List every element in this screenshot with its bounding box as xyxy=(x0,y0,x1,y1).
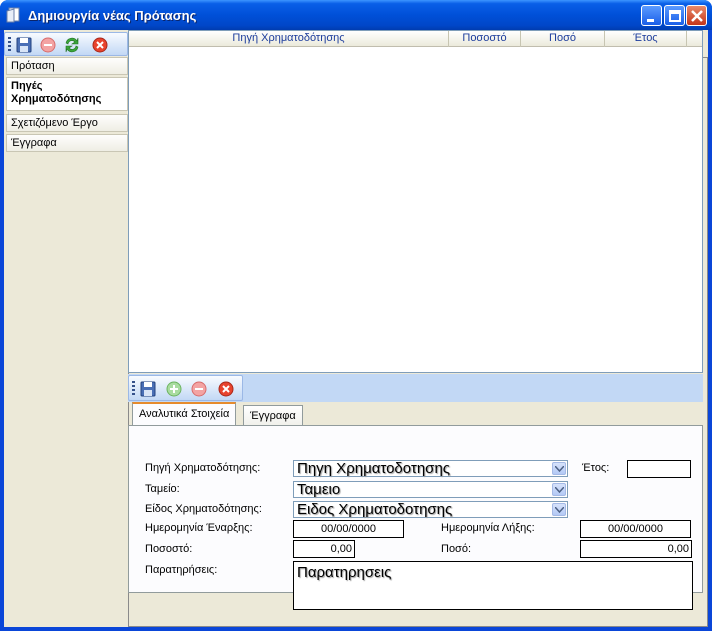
tab-label: Αναλυτικά Στοιχεία xyxy=(139,408,230,420)
document-icon xyxy=(6,7,20,23)
delete-icon[interactable] xyxy=(91,36,109,54)
start-date-field[interactable]: 00/00/0000 xyxy=(293,520,404,538)
add-icon[interactable] xyxy=(165,380,183,398)
tab-label: Έγγραφα xyxy=(250,410,296,422)
funding-type-value: Ειδος Χρηματοδοτησης xyxy=(297,501,453,518)
nav-item-label: Πηγές Χρηματοδότησης xyxy=(11,80,102,105)
start-date-label: Ημερομηνία Έναρξης: xyxy=(145,522,253,534)
end-date-field[interactable]: 00/00/0000 xyxy=(580,520,691,538)
chevron-down-icon[interactable] xyxy=(552,483,566,496)
minimize-button[interactable] xyxy=(641,5,662,26)
year-label: Έτος: xyxy=(582,462,610,474)
column-header-year[interactable]: Έτος xyxy=(605,31,687,47)
nav-item-proposal[interactable]: Πρόταση xyxy=(6,57,128,75)
funding-source-label: Πηγή Χρηματοδότησης: xyxy=(145,462,261,474)
close-icon xyxy=(691,10,703,22)
funding-type-label: Είδος Χρηματοδότησης: xyxy=(145,503,262,515)
grid-header: Πηγή Χρηματοδότησης Ποσοστό Ποσό Έτος xyxy=(129,31,702,47)
nav-item-label: Σχετιζόμενο Έργο xyxy=(11,117,98,129)
amount-field[interactable]: 0,00 xyxy=(580,540,692,558)
tab-documents[interactable]: Έγγραφα xyxy=(243,405,303,426)
year-field[interactable] xyxy=(627,460,691,478)
refresh-icon[interactable] xyxy=(63,36,81,54)
application-window: Δημιουργία νέας Πρότασης Πρόταση Πηγές Χ… xyxy=(0,0,712,631)
detail-tabs: Αναλυτικά Στοιχεία Έγγραφα xyxy=(128,402,703,426)
close-button[interactable] xyxy=(686,5,707,26)
column-header-funding-source[interactable]: Πηγή Χρηματοδότησης xyxy=(129,31,449,47)
nav-item-documents[interactable]: Έγγραφα xyxy=(6,134,128,152)
details-panel: Πηγή Χρηματοδότησης: Πηγη Χρηματοδοτησης… xyxy=(128,425,703,610)
funding-source-select[interactable]: Πηγη Χρηματοδοτησης xyxy=(293,460,568,477)
maximize-icon xyxy=(669,10,681,22)
nav-item-label: Πρόταση xyxy=(11,60,55,72)
minimize-icon xyxy=(647,19,654,22)
delete-icon[interactable] xyxy=(217,380,235,398)
window-title: Δημιουργία νέας Πρότασης xyxy=(28,8,197,23)
fund-value: Ταμειο xyxy=(297,481,341,498)
tab-details[interactable]: Αναλυτικά Στοιχεία xyxy=(132,402,237,426)
save-icon[interactable] xyxy=(139,380,157,398)
toolbar-grip[interactable] xyxy=(132,381,135,397)
section-navigation: Πρόταση Πηγές Χρηματοδότησης Σχετιζόμενο… xyxy=(4,57,128,627)
percentage-field[interactable]: 0,00 xyxy=(293,540,355,558)
column-header-percentage[interactable]: Ποσοστό xyxy=(449,31,521,47)
nav-item-funding-sources[interactable]: Πηγές Χρηματοδότησης xyxy=(6,77,128,111)
chevron-down-icon[interactable] xyxy=(552,503,566,516)
detail-toolbar xyxy=(128,375,243,401)
end-date-label: Ημερομηνία Λήξης: xyxy=(441,522,535,534)
toolbar-grip[interactable] xyxy=(8,37,11,53)
nav-item-related-project[interactable]: Σχετιζόμενο Έργο xyxy=(6,114,128,132)
funding-source-value: Πηγη Χρηματοδοτησης xyxy=(297,460,451,477)
chevron-down-icon[interactable] xyxy=(552,462,566,475)
save-icon[interactable] xyxy=(15,36,33,54)
title-bar[interactable]: Δημιουργία νέας Πρότασης xyxy=(0,0,712,30)
notes-textarea[interactable]: Παρατηρησεις xyxy=(293,561,693,610)
maximize-button[interactable] xyxy=(664,5,685,26)
cancel-icon[interactable] xyxy=(190,380,208,398)
column-header-amount[interactable]: Ποσό xyxy=(521,31,605,47)
notes-label: Παρατηρήσεις: xyxy=(145,564,218,576)
funding-type-select[interactable]: Ειδος Χρηματοδοτησης xyxy=(293,501,568,518)
cancel-icon[interactable] xyxy=(39,36,57,54)
percentage-label: Ποσοστό: xyxy=(145,543,193,555)
funding-sources-grid[interactable]: Πηγή Χρηματοδότησης Ποσοστό Ποσό Έτος xyxy=(128,30,703,373)
amount-label: Ποσό: xyxy=(441,543,472,555)
nav-item-label: Έγγραφα xyxy=(11,137,57,149)
main-toolbar xyxy=(4,32,128,56)
fund-label: Ταμείο: xyxy=(145,483,180,495)
fund-select[interactable]: Ταμειο xyxy=(293,481,568,498)
detail-toolbar-strip xyxy=(128,374,703,402)
